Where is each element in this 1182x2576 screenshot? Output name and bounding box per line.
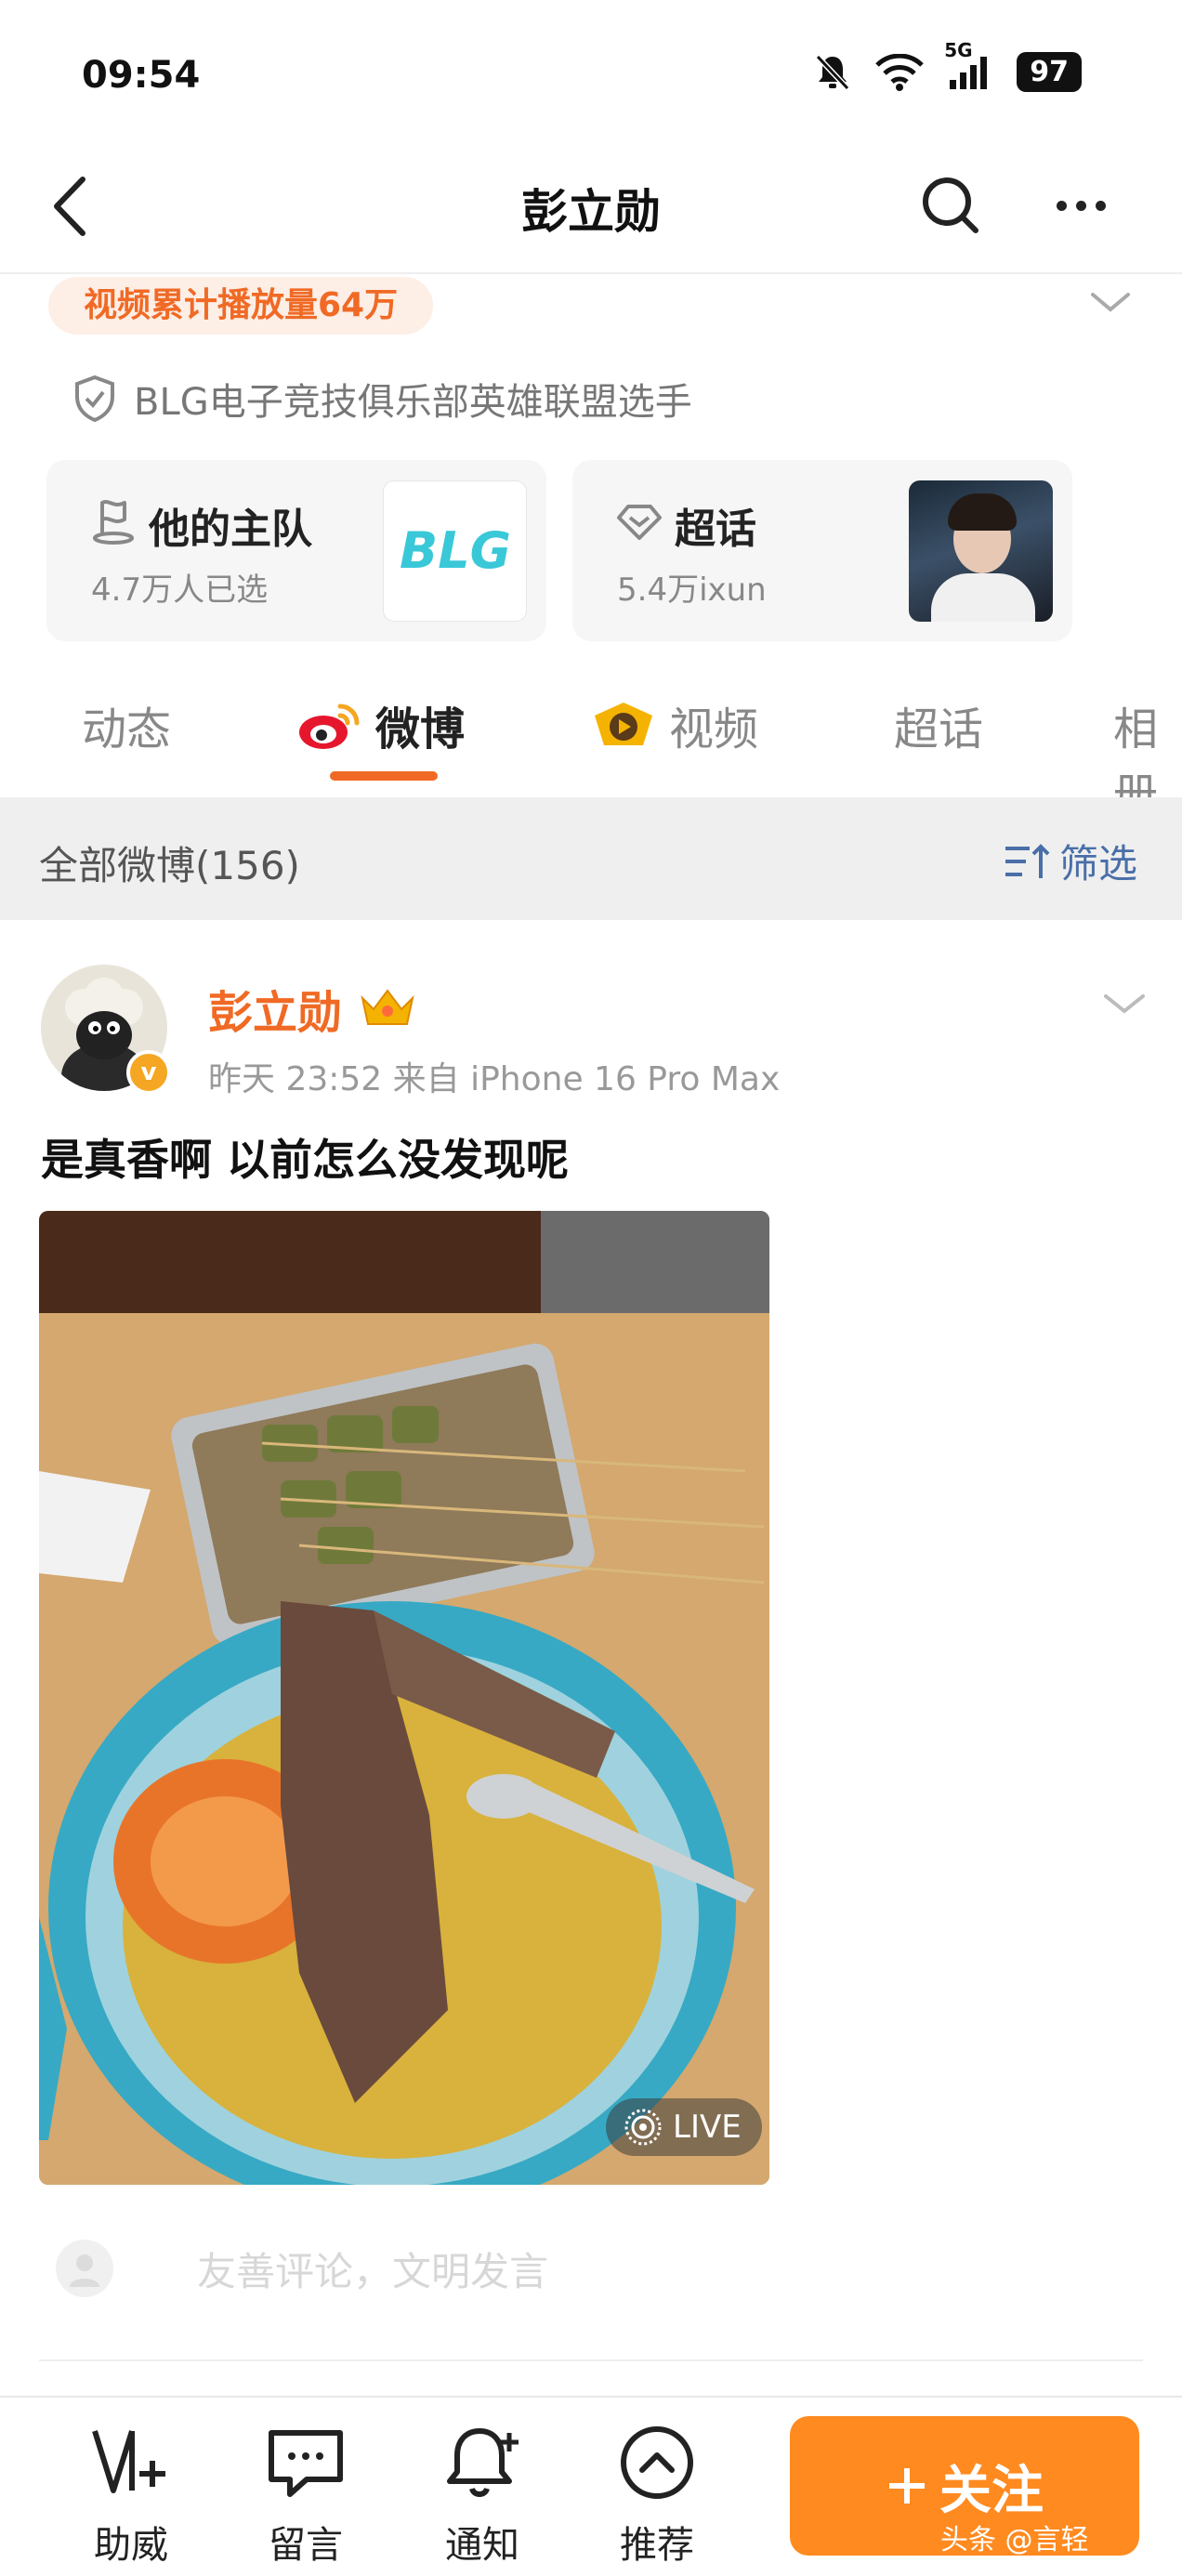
verified-badge: v xyxy=(126,1050,171,1095)
cheer-icon xyxy=(92,2430,165,2493)
live-label: LIVE xyxy=(673,2109,742,2146)
more-button[interactable] xyxy=(1048,173,1113,238)
message-label: 留言 xyxy=(269,2524,343,2567)
live-photo-icon xyxy=(624,2109,662,2146)
message-button[interactable]: 留言 xyxy=(245,2418,366,2569)
watermark: 头条 @言轻 xyxy=(940,2524,1089,2556)
tab-video[interactable]: 视频 xyxy=(591,692,758,757)
video-play-icon xyxy=(595,703,652,745)
filter-button[interactable]: 筛选 xyxy=(1002,833,1137,889)
verification-text: BLG电子竞技俱乐部英雄联盟选手 xyxy=(134,381,692,424)
team-card-subtitle: 4.7万人已选 xyxy=(91,572,269,609)
page-title: 彭立勋 xyxy=(521,185,661,239)
battery-indicator: 97 xyxy=(1017,52,1082,92)
supertopic-card-title: 超话 xyxy=(675,506,756,553)
profile-tabs: 动态 微博 视频 超话 相册 xyxy=(0,683,1182,821)
comment-avatar xyxy=(56,2240,113,2297)
tab-label: 超话 xyxy=(894,703,984,756)
food-photo xyxy=(39,1211,769,2185)
team-card-title: 他的主队 xyxy=(149,506,312,553)
wifi-icon xyxy=(875,53,925,91)
cheer-button[interactable]: 助威 xyxy=(71,2418,191,2569)
post-author[interactable]: 彭立勋 xyxy=(208,976,418,1041)
comment-row[interactable]: 友善评论，文明发言 xyxy=(56,2240,548,2297)
post-options-button[interactable] xyxy=(1100,985,1149,1022)
svg-text:BLG: BLG xyxy=(400,523,511,579)
more-dot-icon xyxy=(1095,200,1106,211)
tab-label: 视频 xyxy=(669,703,759,756)
filter-sort-icon xyxy=(1005,843,1050,878)
post-image[interactable]: LIVE xyxy=(39,1211,769,2185)
expand-profile-button[interactable] xyxy=(1087,283,1134,321)
status-time: 09:54 xyxy=(82,54,201,97)
network-type: 5G xyxy=(944,38,973,61)
comment-input[interactable]: 友善评论，文明发言 xyxy=(197,2241,548,2297)
follow-label: 关注 xyxy=(939,2460,1044,2521)
tab-supertopic[interactable]: 超话 xyxy=(894,692,983,757)
verification-row: BLG电子竞技俱乐部英雄联盟选手 xyxy=(72,372,692,426)
live-badge[interactable]: LIVE xyxy=(606,2098,762,2156)
post-count-label: 全部微博(156) xyxy=(39,843,300,888)
photo-shirt xyxy=(931,573,1035,622)
cheer-label: 助威 xyxy=(94,2524,168,2567)
post-text: 是真香啊 以前怎么没发现呢 xyxy=(41,1135,570,1185)
tab-dynamics[interactable]: 动态 xyxy=(82,692,171,757)
supertopic-card-subtitle: 5.4万ixun xyxy=(617,572,767,609)
bell-plus-icon xyxy=(447,2428,519,2497)
weibo-post: v 彭立勋 昨天 23:52 来自 iPhone 16 Pro Max 是真香啊… xyxy=(0,920,1182,2398)
weibo-profile-page: 09:54 5G 97 彭立勋 视频累计播放量64万 BLG电子竞技俱乐部英雄联… xyxy=(0,0,1182,2576)
filter-label: 筛选 xyxy=(1059,841,1138,887)
blg-logo: BLG xyxy=(383,480,527,622)
photo-hair xyxy=(948,493,1017,531)
blg-logo-mark: BLG xyxy=(400,523,511,579)
plus-icon xyxy=(889,2468,925,2504)
more-dot-icon xyxy=(1056,200,1067,211)
recommend-label: 推荐 xyxy=(620,2524,694,2567)
crown-icon xyxy=(361,989,414,1025)
search-icon xyxy=(923,177,978,233)
tab-label: 动态 xyxy=(82,703,172,756)
message-icon xyxy=(269,2430,343,2497)
chevron-down-icon xyxy=(1091,293,1130,312)
chevron-down-icon xyxy=(1104,994,1145,1014)
post-meta: 昨天 23:52 来自 iPhone 16 Pro Max xyxy=(208,1060,781,1098)
active-tab-indicator xyxy=(330,771,438,781)
supertopic-card[interactable]: 超话 5.4万ixun xyxy=(572,460,1072,641)
author-name: 彭立勋 xyxy=(208,987,343,1039)
play-count-badge: 视频累计播放量64万 xyxy=(48,277,434,335)
status-bar: 09:54 5G 97 xyxy=(0,0,1182,139)
notify-button[interactable]: 通知 xyxy=(422,2418,543,2569)
diamond-icon xyxy=(617,505,662,540)
mute-bell-icon xyxy=(816,54,850,90)
shield-icon xyxy=(75,375,114,423)
tab-label: 微博 xyxy=(375,703,466,756)
signal-group: 5G xyxy=(944,39,992,91)
tab-weibo[interactable]: 微博 xyxy=(296,692,465,757)
post-divider xyxy=(39,2359,1143,2361)
team-card[interactable]: 他的主队 4.7万人已选 BLG xyxy=(46,460,546,641)
more-dot-icon xyxy=(1075,200,1086,211)
status-icons: 5G 97 xyxy=(814,39,1082,92)
nav-bar: 彭立勋 xyxy=(0,139,1182,274)
search-button[interactable] xyxy=(918,173,983,238)
chevron-up-circle-icon xyxy=(621,2426,693,2499)
weibo-logo-icon xyxy=(299,703,360,749)
user-icon xyxy=(70,2254,99,2287)
recommend-button[interactable]: 推荐 xyxy=(597,2418,717,2569)
bottom-action-bar: 助威 留言 通知 推荐 关注 头条 @言轻 xyxy=(0,2396,1182,2576)
supertopic-photo xyxy=(909,480,1053,622)
team-flag-icon xyxy=(93,500,134,545)
filter-bar: 全部微博(156) 筛选 xyxy=(0,797,1182,920)
profile-cards: 他的主队 4.7万人已选 BLG 超话 5.4万ixun xyxy=(46,460,1072,641)
notify-label: 通知 xyxy=(445,2524,519,2567)
